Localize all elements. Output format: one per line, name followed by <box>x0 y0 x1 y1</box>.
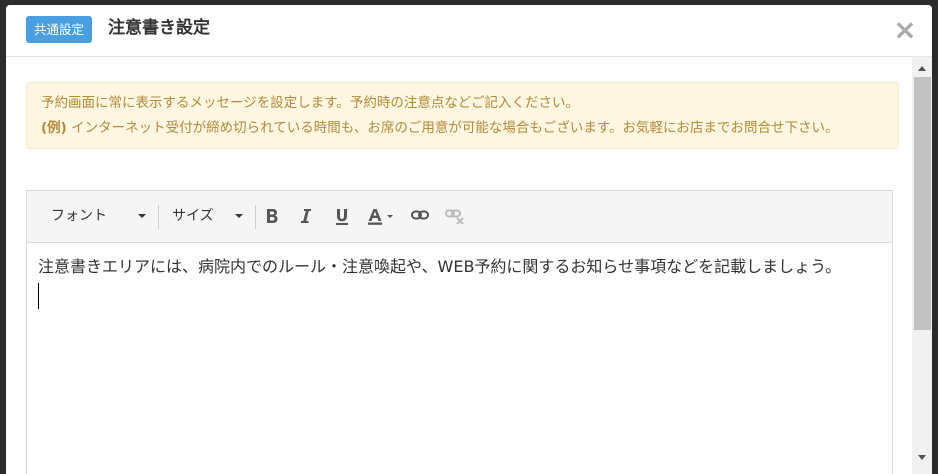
alert-description: 予約画面に常に表示するメッセージを設定します。予約時の注意点などご記入ください。 <box>41 95 579 111</box>
category-badge: 共通設定 <box>26 16 93 43</box>
example-text: インターネット受付が締め切られている時間も、お席のご用意が可能な場合もございます… <box>66 119 839 136</box>
toolbar-divider <box>158 205 159 229</box>
bold-icon <box>267 209 278 223</box>
scroll-down-icon[interactable] <box>918 455 926 460</box>
close-button[interactable]: × <box>892 16 918 44</box>
font-select[interactable]: フォント <box>51 204 151 228</box>
example-prefix: (例) <box>41 119 67 136</box>
link-icon <box>411 210 429 220</box>
underline-button[interactable] <box>330 203 354 229</box>
alert-example: (例) インターネット受付が締め切られている時間も、お席のご用意が可能な場合もご… <box>41 116 886 141</box>
size-select[interactable]: サイズ <box>172 204 248 228</box>
modal-title: 注意書き設定 <box>108 18 210 38</box>
link-button[interactable] <box>408 203 432 229</box>
toolbar-divider <box>255 205 256 229</box>
editor-text: 注意書きエリアには、病院内でのルール・注意喚起や、WEB予約に関するお知らせ事項… <box>38 257 842 276</box>
italic-icon <box>301 209 311 223</box>
bold-button[interactable] <box>260 203 284 229</box>
vertical-scrollbar[interactable] <box>912 57 932 474</box>
text-color-icon <box>368 209 393 225</box>
unlink-icon <box>445 209 464 224</box>
settings-modal: 共通設定 注意書き設定 × 予約画面に常に表示するメッセージを設定します。予約時… <box>6 5 932 474</box>
modal-body: 予約画面に常に表示するメッセージを設定します。予約時の注意点などご記入ください。… <box>6 57 912 474</box>
unlink-button[interactable] <box>443 203 467 229</box>
chevron-down-icon <box>138 214 146 218</box>
underline-icon <box>336 209 348 225</box>
italic-button[interactable] <box>294 203 318 229</box>
editor-content-area[interactable]: 注意書きエリアには、病院内でのルール・注意喚起や、WEB予約に関するお知らせ事項… <box>38 253 883 318</box>
text-cursor <box>38 283 39 309</box>
modal-header: 共通設定 注意書き設定 × <box>6 5 932 57</box>
rich-text-editor: フォント サイズ 注意書きエリアには、病院内でのルール・注意喚起や、WEB予約に… <box>26 190 893 474</box>
scrollbar-thumb[interactable] <box>914 77 931 330</box>
scroll-up-icon[interactable] <box>918 66 926 71</box>
text-color-button[interactable] <box>365 203 399 229</box>
editor-toolbar: フォント サイズ <box>27 191 892 243</box>
font-select-label: フォント <box>51 208 107 224</box>
size-select-label: サイズ <box>172 208 214 224</box>
chevron-down-icon <box>235 214 243 218</box>
info-alert: 予約画面に常に表示するメッセージを設定します。予約時の注意点などご記入ください。… <box>26 82 899 149</box>
